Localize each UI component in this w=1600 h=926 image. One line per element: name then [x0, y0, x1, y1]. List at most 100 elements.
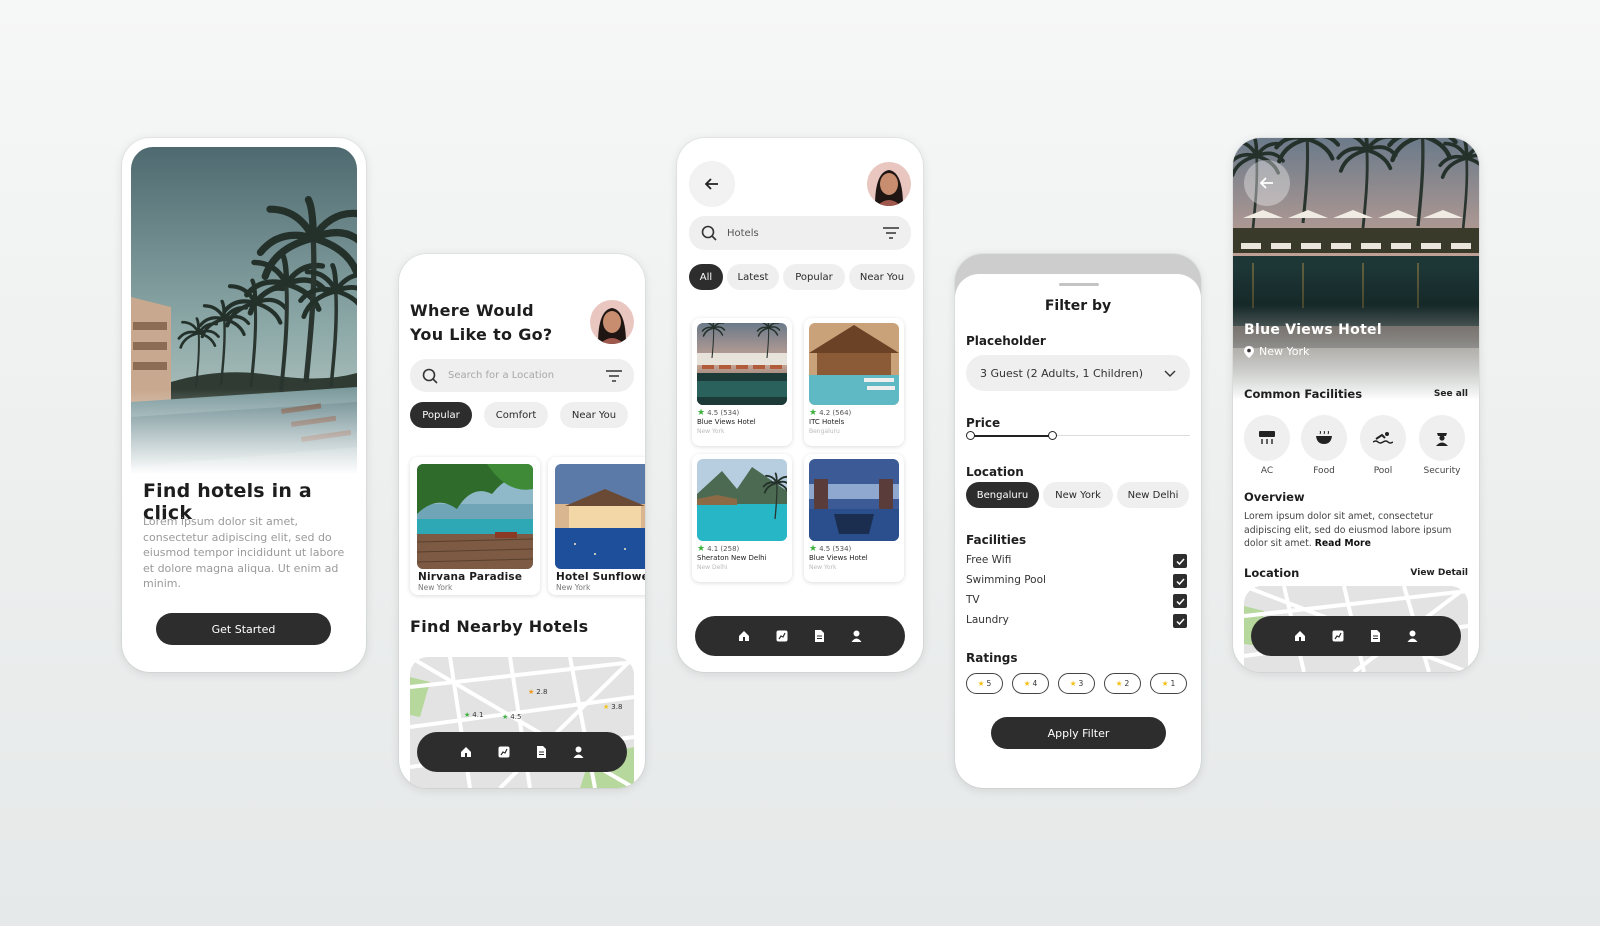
- swimming-icon: [1373, 431, 1393, 445]
- hotel-card[interactable]: Hotel Sunflower New York: [548, 457, 645, 595]
- tab-comfort[interactable]: Comfort: [484, 402, 548, 428]
- explore-icon[interactable]: [1332, 630, 1344, 642]
- view-detail-link[interactable]: View Detail: [1410, 568, 1468, 578]
- location-label: Location: [966, 465, 1024, 479]
- filter-icon[interactable]: [883, 227, 899, 239]
- profile-icon[interactable]: [851, 630, 862, 642]
- page-title-line2: You Like to Go?: [410, 325, 553, 344]
- explore-icon[interactable]: [498, 746, 510, 758]
- location-chip-bengaluru[interactable]: Bengaluru: [966, 482, 1039, 508]
- rating: ★ 4.5 (534): [697, 408, 739, 418]
- hotel-photo: [809, 323, 899, 405]
- map-rating-pin[interactable]: ★ 4.5: [502, 713, 521, 721]
- location-search-bar[interactable]: Search for a Location: [410, 359, 634, 392]
- location-chip-new-delhi[interactable]: New Delhi: [1117, 482, 1189, 508]
- rating-filter-5[interactable]: ★ 5: [966, 673, 1003, 694]
- document-icon[interactable]: [1370, 630, 1381, 642]
- facility-free-wifi: Free Wifi: [966, 554, 1012, 566]
- star-icon: ★: [697, 408, 706, 418]
- search-input[interactable]: Search for a Location: [448, 370, 596, 381]
- see-all-link[interactable]: See all: [1434, 389, 1468, 399]
- tv-checkbox[interactable]: [1173, 594, 1187, 608]
- rating-filter-4[interactable]: ★ 4: [1012, 673, 1049, 694]
- document-icon[interactable]: [814, 630, 825, 642]
- rating-filter-1[interactable]: ★ 1: [1150, 673, 1187, 694]
- filter-sheet: [955, 274, 1201, 788]
- location-title: Location: [1244, 566, 1300, 580]
- laundry-checkbox[interactable]: [1173, 614, 1187, 628]
- facilities-label: Facilities: [966, 533, 1027, 547]
- overview-title: Overview: [1244, 490, 1305, 504]
- star-icon: ★: [809, 408, 818, 418]
- map-rating-pin[interactable]: ★ 3.8: [603, 703, 622, 711]
- search-input[interactable]: Hotels: [727, 228, 873, 239]
- hotel-name: Blue Views Hotel: [809, 554, 868, 562]
- tab-popular[interactable]: Popular: [783, 264, 845, 290]
- back-button[interactable]: [689, 161, 735, 207]
- home-icon[interactable]: [738, 630, 750, 642]
- get-started-button[interactable]: Get Started: [156, 613, 331, 645]
- rating: ★ 4.2 (564): [809, 408, 851, 418]
- hotel-card[interactable]: Nirvana Paradise New York: [410, 457, 540, 595]
- hotel-card[interactable]: ★ 4.5 (534) Blue Views Hotel New York: [692, 318, 792, 446]
- ratings-label: Ratings: [966, 651, 1018, 665]
- map-rating-pin[interactable]: ★ 4.1: [464, 711, 483, 719]
- map-rating-value: 4.1: [472, 711, 484, 719]
- rating-value: 4.5 (534): [819, 545, 852, 553]
- explore-icon[interactable]: [776, 630, 788, 642]
- hotel-card[interactable]: ★ 4.2 (564) ITC Hotels Bengaluru: [804, 318, 904, 446]
- price-min-handle[interactable]: [966, 431, 975, 440]
- tab-popular[interactable]: Popular: [410, 402, 472, 428]
- chevron-down-icon: [1164, 370, 1176, 377]
- swimming-pool-checkbox[interactable]: [1173, 574, 1187, 588]
- facility-ac[interactable]: [1244, 415, 1290, 461]
- document-icon[interactable]: [536, 746, 547, 758]
- hotel-card[interactable]: ★ 4.1 (258) Sheraton New Delhi New Delhi: [692, 454, 792, 582]
- filter-icon[interactable]: [606, 369, 622, 382]
- tab-all[interactable]: All: [689, 264, 723, 290]
- star-icon: ★: [697, 544, 706, 554]
- facility-security[interactable]: [1419, 415, 1465, 461]
- sheet-handle[interactable]: [1059, 283, 1099, 286]
- page-title: Where Would You Like to Go?: [410, 299, 553, 347]
- rating-filter-3[interactable]: ★ 3: [1058, 673, 1095, 694]
- ac-icon: [1259, 431, 1275, 445]
- hotel-detail-screen: Blue Views Hotel New York Common Facilit…: [1233, 138, 1479, 672]
- home-icon[interactable]: [1294, 630, 1306, 642]
- hotel-card[interactable]: ★ 4.5 (534) Blue Views Hotel New York: [804, 454, 904, 582]
- tab-near-you[interactable]: Near You: [560, 402, 628, 428]
- star-icon: ★: [1161, 679, 1169, 688]
- star-icon: ★: [1023, 679, 1031, 688]
- avatar[interactable]: [590, 300, 634, 344]
- profile-icon[interactable]: [1407, 630, 1418, 642]
- facility-swimming-pool: Swimming Pool: [966, 574, 1046, 586]
- price-max-handle[interactable]: [1047, 431, 1057, 440]
- star-icon: ★: [1069, 679, 1077, 688]
- security-guard-icon: [1434, 430, 1450, 446]
- avatar[interactable]: [867, 162, 911, 206]
- location-chip-new-york[interactable]: New York: [1043, 482, 1113, 508]
- home-screen: Where Would You Like to Go? Search for a…: [399, 254, 645, 788]
- apply-filter-button[interactable]: Apply Filter: [991, 717, 1166, 749]
- map-rating-pin[interactable]: ★ 2.8: [528, 688, 547, 696]
- arrow-left-icon: [705, 178, 719, 190]
- rating-filter-value: 2: [1124, 679, 1130, 688]
- tab-near-you[interactable]: Near You: [849, 264, 915, 290]
- price-slider[interactable]: [966, 430, 1190, 442]
- free-wifi-checkbox[interactable]: [1173, 554, 1187, 568]
- hotel-search-bar[interactable]: Hotels: [689, 216, 911, 250]
- guests-select[interactable]: 3 Guest (2 Adults, 1 Children): [966, 355, 1190, 391]
- back-button[interactable]: [1244, 160, 1290, 206]
- rating-value: 4.5 (534): [707, 409, 740, 417]
- page-title-line1: Where Would: [410, 301, 534, 320]
- bottom-nav: [417, 732, 627, 772]
- facility-food[interactable]: [1301, 415, 1347, 461]
- profile-icon[interactable]: [573, 746, 584, 758]
- rating-filter-value: 4: [1032, 679, 1038, 688]
- tab-latest[interactable]: Latest: [727, 264, 779, 290]
- facility-pool[interactable]: [1360, 415, 1406, 461]
- read-more-link[interactable]: Read More: [1315, 538, 1371, 549]
- home-icon[interactable]: [460, 746, 472, 758]
- bottom-nav: [1251, 616, 1461, 656]
- rating-filter-2[interactable]: ★ 2: [1104, 673, 1141, 694]
